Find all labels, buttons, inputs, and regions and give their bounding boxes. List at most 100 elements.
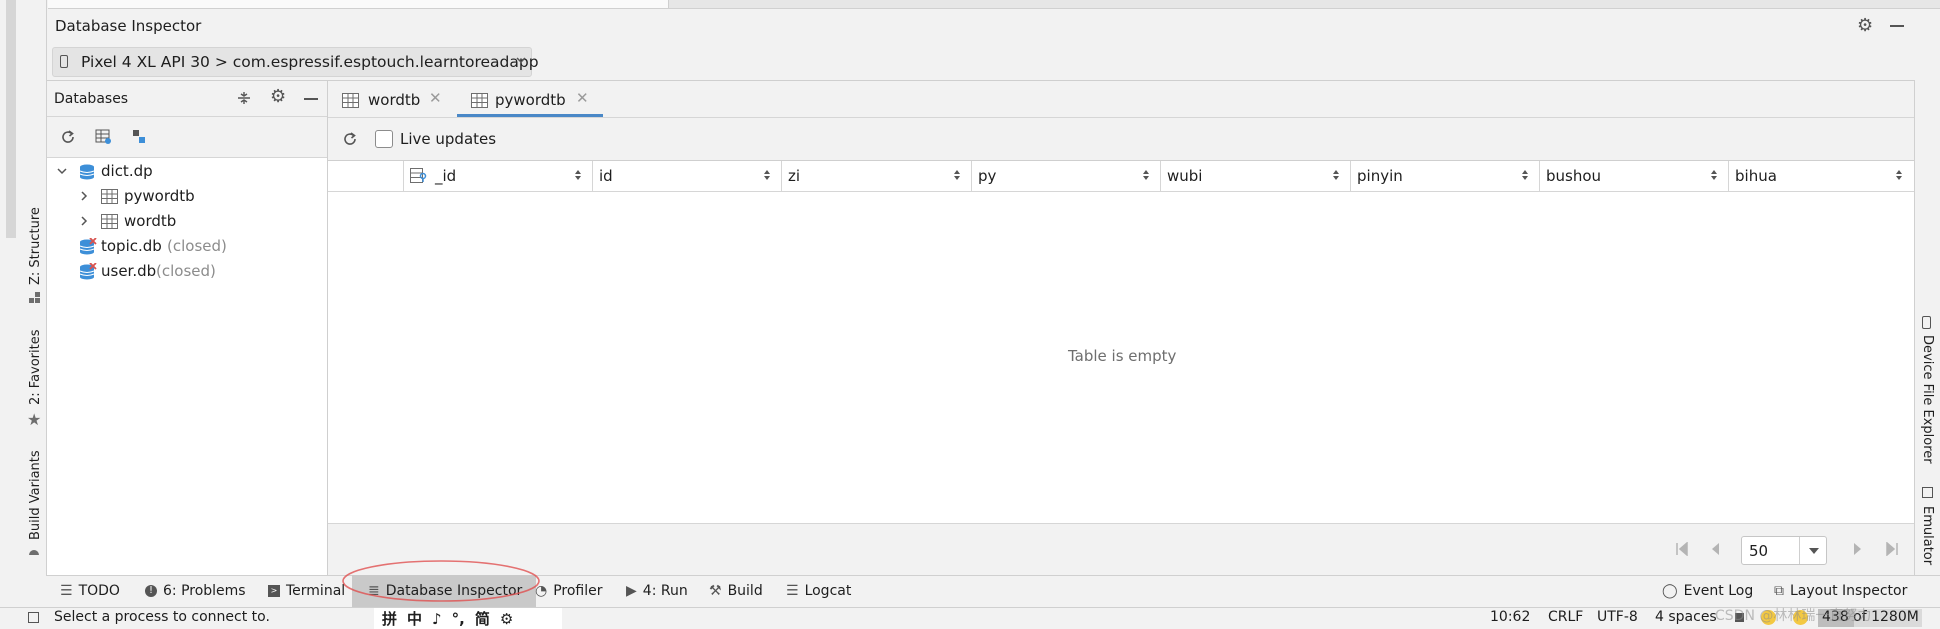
last-page-icon[interactable] xyxy=(1885,542,1899,556)
problems-tool-button[interactable]: ! 6: Problems xyxy=(145,575,246,607)
page-size-select[interactable]: 50 xyxy=(1741,536,1827,565)
indent-setting[interactable]: 4 spaces xyxy=(1655,609,1717,625)
column-header-_id[interactable]: _id xyxy=(404,161,593,191)
todo-tool-button[interactable]: ☰ TODO xyxy=(60,575,120,607)
first-page-icon[interactable] xyxy=(1675,542,1689,556)
watermark: CSDN @林林瑞一直努力 xyxy=(1715,608,1872,624)
tab-pywordtb[interactable]: pywordtb ✕ xyxy=(457,81,603,117)
scrollbar-thumb[interactable] xyxy=(6,0,16,238)
gear-icon[interactable]: ⚙ xyxy=(1857,15,1873,36)
column-label: zi xyxy=(788,167,801,185)
table-toolbar: Live updates xyxy=(328,118,1914,161)
build-variants-tool-button[interactable]: Build Variants xyxy=(28,450,43,540)
close-icon[interactable]: ✕ xyxy=(576,89,589,107)
terminal-tool-button[interactable]: > Terminal xyxy=(268,575,345,607)
hammer-icon: ⚒ xyxy=(709,583,722,599)
window-title: Database Inspector xyxy=(55,17,202,35)
sort-icon[interactable] xyxy=(574,169,582,181)
status-message: Select a process to connect to. xyxy=(54,609,270,625)
warning-icon: ! xyxy=(145,585,157,597)
event-log-tool-button[interactable]: ◯ Event Log xyxy=(1662,575,1753,607)
query-table-icon[interactable] xyxy=(95,129,112,145)
run-tool-button[interactable]: ▶ 4: Run xyxy=(626,575,688,607)
column-header-bushou[interactable]: bushou xyxy=(1540,161,1729,191)
caret-position[interactable]: 10:62 xyxy=(1490,609,1530,625)
column-header-wubi[interactable]: wubi xyxy=(1161,161,1351,191)
column-label: wubi xyxy=(1167,167,1203,185)
device-file-explorer-tool-button[interactable]: Device File Explorer xyxy=(1920,335,1935,464)
favorites-label: 2: Favorites xyxy=(28,329,43,405)
keep-open-icon[interactable] xyxy=(131,129,147,145)
sort-icon[interactable] xyxy=(1521,169,1529,181)
collapse-all-icon[interactable] xyxy=(237,91,251,105)
sort-icon[interactable] xyxy=(1332,169,1340,181)
tree-node-label: user.db xyxy=(101,262,157,280)
build-tool-button[interactable]: ⚒ Build xyxy=(709,575,763,607)
table-icon xyxy=(101,189,118,204)
toggle-tool-windows-icon[interactable] xyxy=(28,612,39,623)
logcat-tool-button[interactable]: ☰ Logcat xyxy=(786,575,851,607)
build-label: Build xyxy=(727,583,763,599)
active-tab-indicator xyxy=(457,114,603,117)
favorites-tool-button[interactable]: 2: Favorites xyxy=(28,329,43,405)
file-encoding[interactable]: UTF-8 xyxy=(1597,609,1638,625)
sort-icon[interactable] xyxy=(1142,169,1150,181)
chevron-right-icon[interactable] xyxy=(79,216,89,226)
tab-label: pywordtb xyxy=(495,91,566,109)
column-header-bihua[interactable]: bihua xyxy=(1729,161,1913,191)
table-icon xyxy=(471,93,488,108)
sort-icon[interactable] xyxy=(1710,169,1718,181)
pagination-bar: 50 xyxy=(328,523,1914,576)
run-icon: ▶ xyxy=(626,583,637,599)
close-icon[interactable]: ✕ xyxy=(429,89,442,107)
structure-label: Z: Structure xyxy=(28,207,43,285)
gear-icon[interactable]: ⚙ xyxy=(270,86,286,107)
emulator-tool-button[interactable]: Emulator xyxy=(1920,506,1935,565)
previous-page-icon[interactable] xyxy=(1709,542,1721,556)
annotation-ellipse xyxy=(338,555,544,605)
refresh-icon[interactable] xyxy=(342,131,358,147)
build-variants-label: Build Variants xyxy=(28,450,43,540)
tree-node-wordtb[interactable]: wordtb xyxy=(47,209,327,233)
chevron-right-icon[interactable] xyxy=(79,191,89,201)
column-header-pinyin[interactable]: pinyin xyxy=(1351,161,1540,191)
column-header-py[interactable]: py xyxy=(972,161,1161,191)
ime-simplified-glyph[interactable]: 简 xyxy=(475,608,490,629)
ime-moon-glyph[interactable]: ♪ xyxy=(432,610,442,628)
table-header-row: _id id zi py wubi pinyin bushou bihua xyxy=(328,161,1914,192)
star-icon: ★ xyxy=(27,410,42,429)
minimize-icon[interactable] xyxy=(1890,25,1904,27)
structure-tool-button[interactable]: Z: Structure xyxy=(28,207,43,285)
profiler-tool-button[interactable]: ◔ Profiler xyxy=(535,575,603,607)
tree-node-label: pywordtb xyxy=(124,187,195,205)
ime-pinyin-glyph[interactable]: 拼 xyxy=(382,608,397,629)
column-header-zi[interactable]: zi xyxy=(782,161,972,191)
tree-node-topic-db[interactable]: topic.db (closed) xyxy=(47,234,327,258)
ime-punct-glyph[interactable]: °, xyxy=(452,610,465,628)
emulator-label: Emulator xyxy=(1920,506,1935,566)
run-label: 4: Run xyxy=(642,583,688,599)
minimize-icon[interactable] xyxy=(304,98,318,100)
ime-chinese-glyph[interactable]: 中 xyxy=(407,608,422,629)
tab-wordtb[interactable]: wordtb ✕ xyxy=(328,81,456,117)
empty-table-message: Table is empty xyxy=(1068,347,1177,365)
page-size-value: 50 xyxy=(1749,542,1769,560)
editor-tab-strip-edge xyxy=(48,0,1940,9)
tree-node-dict-db[interactable]: dict.dp xyxy=(47,159,327,183)
line-separator[interactable]: CRLF xyxy=(1548,609,1583,625)
tree-node-pywordtb[interactable]: pywordtb xyxy=(47,184,327,208)
layout-inspector-tool-button[interactable]: ⧉ Layout Inspector xyxy=(1774,575,1907,607)
tree-node-user-db[interactable]: user.db (closed) xyxy=(47,259,327,283)
column-header-id[interactable]: id xyxy=(593,161,782,191)
sort-icon[interactable] xyxy=(953,169,961,181)
databases-panel-header: Databases ⚙ xyxy=(47,81,327,117)
ime-settings-glyph[interactable]: ⚙ xyxy=(500,610,513,628)
live-updates-checkbox[interactable] xyxy=(375,130,393,148)
chevron-down-icon[interactable] xyxy=(57,166,67,176)
status-bar: Select a process to connect to. 拼 中 ♪ °,… xyxy=(0,607,1940,629)
sort-icon[interactable] xyxy=(763,169,771,181)
refresh-icon[interactable] xyxy=(60,129,76,145)
process-selector[interactable]: Pixel 4 XL API 30 > com.espressif.esptou… xyxy=(52,47,539,77)
sort-icon[interactable] xyxy=(1895,169,1903,181)
next-page-icon[interactable] xyxy=(1852,542,1864,556)
